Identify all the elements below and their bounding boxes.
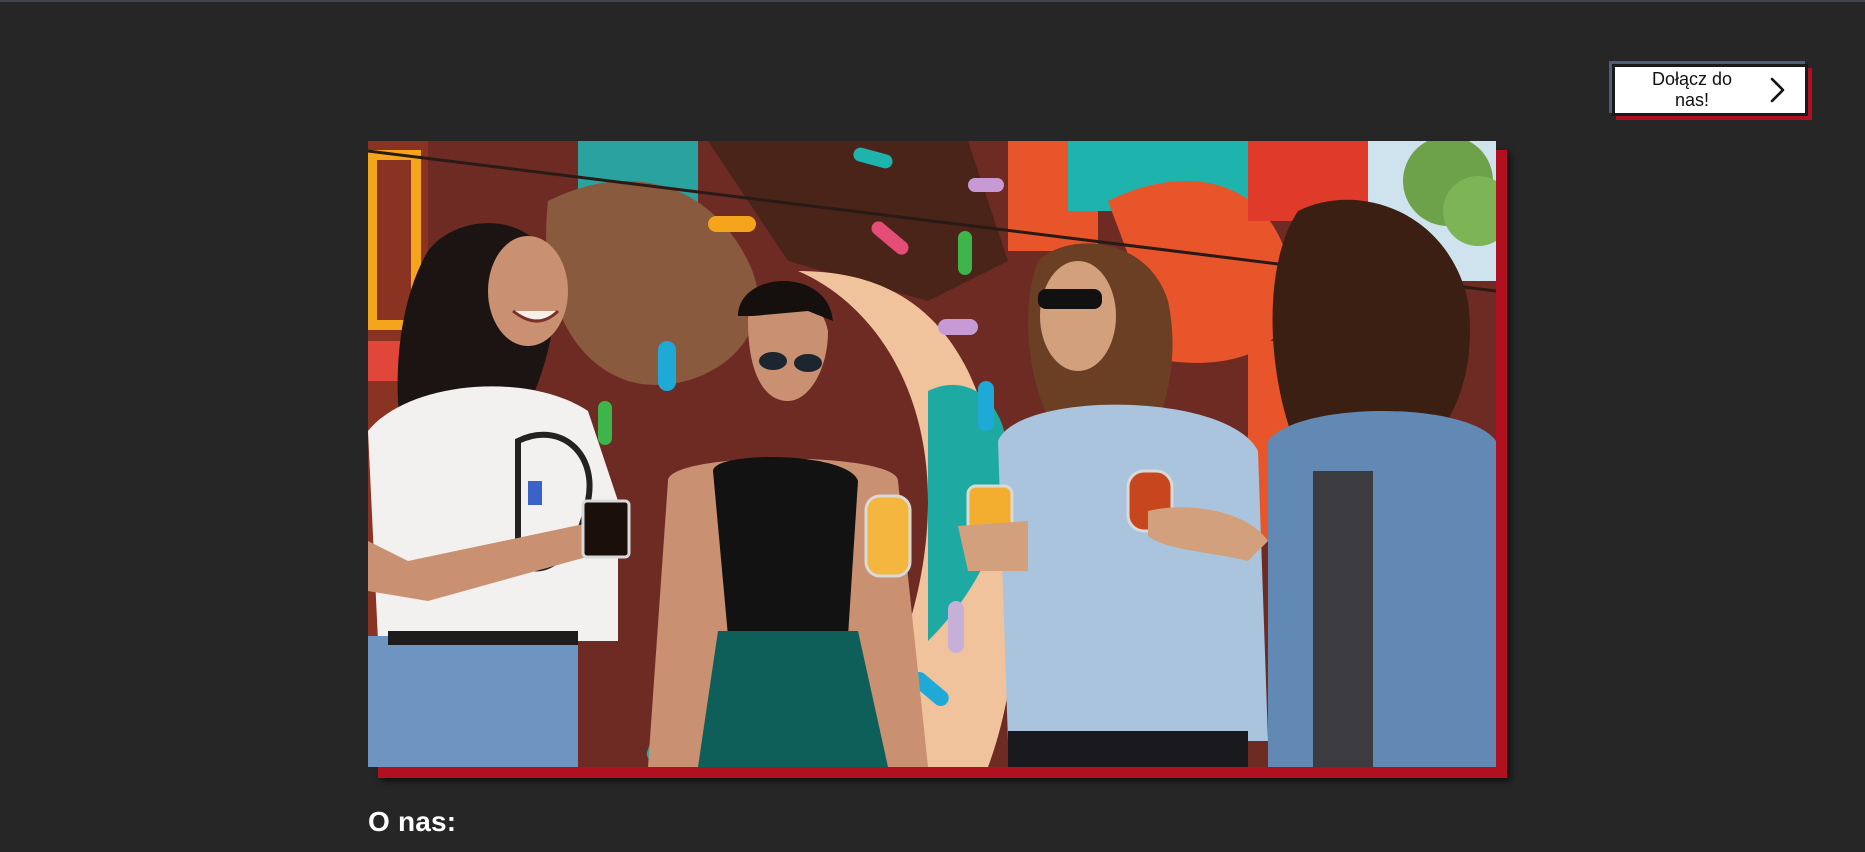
hero-image [368,141,1496,767]
about-heading: O nas: [368,806,457,837]
join-us-button[interactable]: Dołącz do nas! [1612,64,1808,116]
join-us-button-label: Dołącz do nas! [1651,69,1733,110]
top-border [0,0,1865,2]
chevron-right-icon [1767,76,1787,104]
